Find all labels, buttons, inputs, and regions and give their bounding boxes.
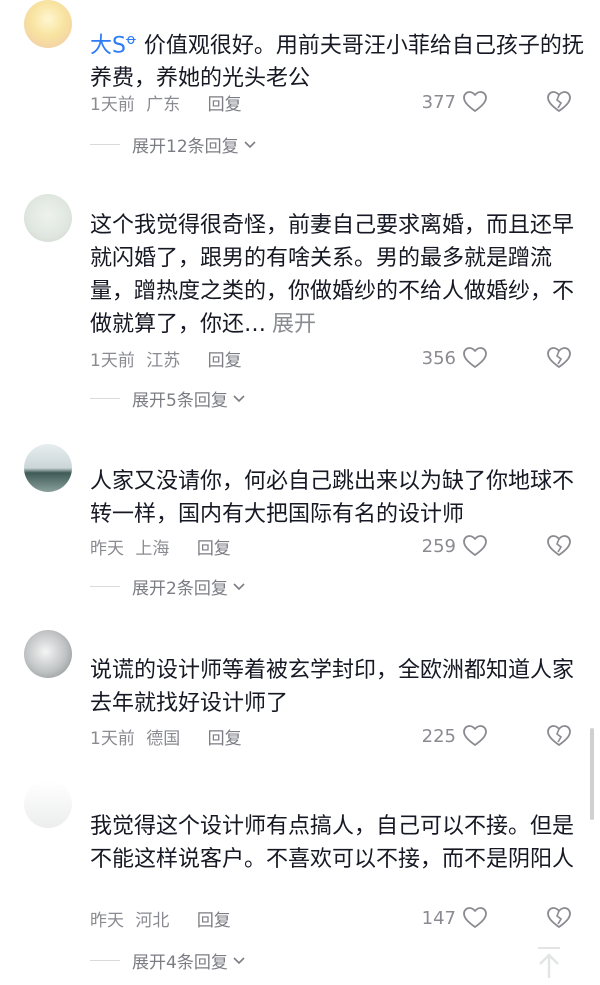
comment-time: 昨天	[90, 911, 124, 931]
like-button[interactable]: 356	[422, 346, 488, 370]
reply-button[interactable]: 回复	[208, 729, 242, 749]
comment-location: 德国	[146, 729, 181, 749]
expand-replies[interactable]: 展开5条回复	[90, 386, 246, 411]
expand-text-button[interactable]: 展开	[272, 312, 316, 337]
heart-outline-icon	[462, 346, 488, 370]
comment-location: 江苏	[146, 351, 181, 371]
avatar[interactable]	[24, 444, 72, 492]
comment-time: 昨天	[90, 539, 124, 559]
comment-location: 广东	[146, 95, 181, 115]
expand-label: 展开4条回复	[132, 953, 228, 973]
like-button[interactable]: 147	[422, 906, 488, 930]
author-mark-icon: ꝋ	[125, 32, 136, 48]
comment-text: 这个我觉得很奇怪，前妻自己要求离婚，而且还早就闪婚了，跟男的有啥关系。男的最多就…	[90, 209, 585, 341]
comment-time: 1天前	[90, 729, 135, 749]
arrow-up-icon[interactable]	[534, 945, 564, 981]
heart-outline-icon	[462, 534, 488, 558]
comment-body: 说谎的设计师等着被玄学封印，全欧洲都知道人家去年就找好设计师了	[90, 658, 575, 716]
comment-text: 人家又没请你，何必自己跳出来以为缺了你地球不转一样，国内有大把国际有名的设计师	[90, 465, 585, 531]
broken-heart-icon[interactable]	[546, 346, 572, 370]
chevron-down-icon	[232, 394, 246, 404]
expand-replies[interactable]: 展开2条回复	[90, 574, 246, 599]
broken-heart-icon[interactable]	[546, 724, 572, 748]
like-button[interactable]: 377	[422, 90, 488, 114]
comment-text: 我觉得这个设计师有点搞人，自己可以不接。但是不能这样说客户。不喜欢可以不接，而不…	[90, 810, 585, 876]
like-count: 147	[421, 907, 456, 929]
comment-meta: 1天前 江苏 回复 356	[90, 346, 580, 376]
expand-label: 展开12条回复	[132, 137, 239, 157]
reply-button[interactable]: 回复	[208, 95, 242, 115]
reply-button[interactable]: 回复	[208, 351, 242, 371]
like-count: 225	[421, 725, 456, 747]
chevron-down-icon	[243, 140, 257, 150]
scrollbar[interactable]	[590, 728, 594, 820]
comment-meta: 昨天 上海 回复 259	[90, 534, 580, 564]
avatar[interactable]	[24, 194, 72, 242]
expand-replies[interactable]: 展开4条回复	[90, 948, 246, 973]
comment-body: 人家又没请你，何必自己跳出来以为缺了你地球不转一样，国内有大把国际有名的设计师	[90, 469, 575, 527]
comment-text: 大Sꝋ 价值观很好。用前夫哥汪小菲给自己孩子的抚养费，养她的光头老公	[90, 24, 585, 95]
comment-body: 我觉得这个设计师有点搞人，自己可以不接。但是不能这样说客户。不喜欢可以不接，而不…	[90, 814, 575, 872]
like-count: 356	[421, 347, 456, 369]
broken-heart-icon[interactable]	[546, 906, 572, 930]
comment-meta: 昨天 河北 回复 147	[90, 906, 580, 936]
expand-label: 展开5条回复	[132, 391, 228, 411]
broken-heart-icon[interactable]	[546, 90, 572, 114]
reply-button[interactable]: 回复	[197, 911, 231, 931]
like-count: 259	[421, 535, 456, 557]
expand-replies[interactable]: 展开12条回复	[90, 132, 257, 157]
heart-outline-icon	[462, 90, 488, 114]
chevron-down-icon	[232, 956, 246, 966]
divider	[90, 960, 120, 961]
expand-label: 展开2条回复	[132, 579, 228, 599]
comment-body: 价值观很好。用前夫哥汪小菲给自己孩子的抚养费，养她的光头老公	[90, 33, 584, 92]
divider	[90, 398, 120, 399]
comment-body: 这个我觉得很奇怪，前妻自己要求离婚，而且还早就闪婚了，跟男的有啥关系。男的最多就…	[90, 213, 575, 337]
author-name[interactable]: 大S	[90, 33, 126, 58]
comment-meta: 1天前 广东 回复 377	[90, 90, 580, 120]
comment-time: 1天前	[90, 351, 135, 371]
like-count: 377	[421, 91, 456, 113]
heart-outline-icon	[462, 906, 488, 930]
heart-outline-icon	[462, 724, 488, 748]
avatar[interactable]	[24, 630, 72, 678]
comment-meta: 1天前 德国 回复 225	[90, 724, 580, 754]
comment-text: 说谎的设计师等着被玄学封印，全欧洲都知道人家去年就找好设计师了	[90, 654, 585, 720]
avatar[interactable]	[24, 780, 72, 828]
reply-button[interactable]: 回复	[197, 539, 231, 559]
divider	[90, 144, 120, 145]
avatar[interactable]	[24, 0, 72, 48]
like-button[interactable]: 259	[422, 534, 488, 558]
divider	[90, 586, 120, 587]
comment-location: 上海	[135, 539, 170, 559]
comment-time: 1天前	[90, 95, 135, 115]
broken-heart-icon[interactable]	[546, 534, 572, 558]
like-button[interactable]: 225	[422, 724, 488, 748]
chevron-down-icon	[232, 582, 246, 592]
comment-location: 河北	[135, 911, 170, 931]
